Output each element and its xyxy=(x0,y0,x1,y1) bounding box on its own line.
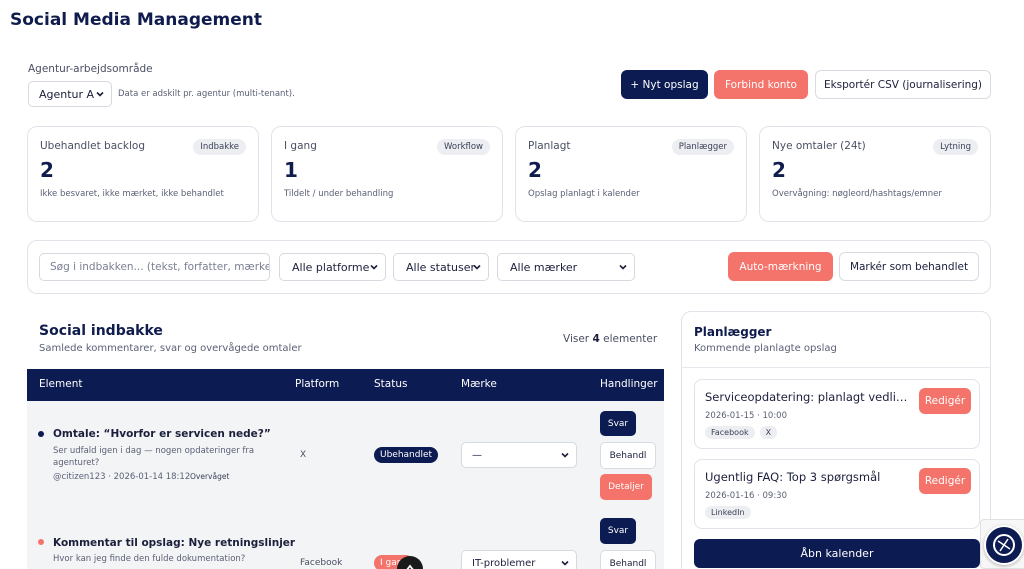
row-meta: @citizen123 · 2026-01-14 18:12 xyxy=(53,472,191,482)
handle-button[interactable]: Behandl xyxy=(600,550,656,569)
floating-action-button[interactable] xyxy=(397,556,423,569)
stat-card-scheduled: Planlagt Planlægger 2 Opslag planlagt i … xyxy=(515,126,747,222)
label-select[interactable]: — xyxy=(461,442,577,468)
details-button[interactable]: Detaljer xyxy=(600,474,652,500)
page-title: Social Media Management xyxy=(10,10,263,30)
auto-label-button[interactable]: Auto-mærkning xyxy=(728,252,833,281)
stat-card-backlog: Ubehandlet backlog Indbakke 2 Ikke besva… xyxy=(27,126,259,222)
connect-account-button[interactable]: Forbind konto xyxy=(714,70,808,99)
stat-value: 1 xyxy=(284,158,298,182)
inbox-title: Social indbakke xyxy=(39,323,163,339)
item-count: Viser 4 elementer xyxy=(563,333,657,345)
edit-button[interactable]: Redigér xyxy=(919,388,971,414)
column-header-element: Element xyxy=(39,378,83,390)
row-platform: Facebook xyxy=(300,558,343,568)
row-tag: Overvåget xyxy=(190,472,230,481)
row-body: Ser udfald igen i dag — nogen opdatering… xyxy=(53,446,255,468)
row-body: Hvor kan jeg finde den fulde dokumentati… xyxy=(53,554,246,564)
status-filter-value: Alle statuser xyxy=(406,260,475,274)
avatar[interactable] xyxy=(984,525,1024,565)
stat-card-in-progress: I gang Workflow 1 Tildelt / under behand… xyxy=(271,126,503,222)
column-header-label: Mærke xyxy=(461,378,497,390)
inbox-subtitle: Samlede kommentarer, svar og overvågede … xyxy=(39,343,302,354)
chevron-down-icon xyxy=(473,264,481,270)
column-header-status: Status xyxy=(374,378,408,390)
stat-value: 2 xyxy=(40,158,54,182)
inbox-table-header: Element Platform Status Mærke Handlinger xyxy=(27,369,664,401)
scheduled-post-item[interactable]: Ugentlig FAQ: Top 3 spørgsmål 2026-01-16… xyxy=(694,459,980,529)
item-count-prefix: Viser xyxy=(563,333,590,345)
planner-title: Planlægger xyxy=(694,325,772,339)
new-post-button[interactable]: + Nyt opslag xyxy=(621,70,708,99)
workspace-select-value: Agentur A xyxy=(39,87,95,101)
stat-description: Overvågning: nøgleord/hashtags/emner xyxy=(772,189,942,199)
stat-description: Opslag planlagt i kalender xyxy=(528,189,640,199)
platform-tag: LinkedIn xyxy=(705,506,751,519)
status-filter-select[interactable]: Alle statuser xyxy=(393,253,489,281)
workspace-select[interactable]: Agentur A xyxy=(28,81,112,107)
stat-title: Planlagt xyxy=(528,140,571,152)
stat-value: 2 xyxy=(772,158,786,182)
edit-button[interactable]: Redigér xyxy=(919,468,971,494)
stat-badge: Indbakke xyxy=(193,139,246,155)
label-select[interactable]: IT-problemer xyxy=(461,550,577,569)
status-dot xyxy=(38,539,44,545)
stat-description: Tildelt / under behandling xyxy=(284,189,394,199)
scheduled-post-tags: Facebook X xyxy=(705,426,778,439)
accessibility-icon xyxy=(993,534,1015,556)
reply-button[interactable]: Svar xyxy=(600,411,636,436)
scheduled-post-item[interactable]: Serviceopdatering: planlagt vedligeholde… xyxy=(694,379,980,449)
stat-title: Nye omtaler (24t) xyxy=(772,140,866,152)
scheduled-post-date: 2026-01-15 · 10:00 xyxy=(705,411,787,421)
inbox-table-body: Omtale: “Hvorfor er servicen nede?” Ser … xyxy=(27,401,664,569)
chevron-down-icon xyxy=(96,91,104,97)
reply-button[interactable]: Svar xyxy=(600,518,636,544)
status-badge: Ubehandlet xyxy=(374,447,439,463)
stat-title: I gang xyxy=(284,140,317,152)
scheduled-post-title: Serviceopdatering: planlagt vedligeholde… xyxy=(705,390,909,404)
label-select-value: — xyxy=(472,449,482,461)
stat-badge: Workflow xyxy=(436,139,490,155)
label-filter-value: Alle mærker xyxy=(510,260,578,274)
column-header-actions: Handlinger xyxy=(600,378,658,390)
mark-handled-button[interactable]: Markér som behandlet xyxy=(839,252,979,281)
row-platform: X xyxy=(300,450,307,460)
platform-filter-select[interactable]: Alle platforme xyxy=(279,253,386,281)
stat-title: Ubehandlet backlog xyxy=(40,140,146,152)
platform-filter-value: Alle platforme xyxy=(292,260,370,274)
scheduled-post-title: Ugentlig FAQ: Top 3 spørgsmål xyxy=(705,470,881,484)
chevron-up-icon xyxy=(406,564,414,569)
stat-value: 2 xyxy=(528,158,542,182)
stat-card-mentions: Nye omtaler (24t) Lytning 2 Overvågning:… xyxy=(759,126,991,222)
chevron-down-icon xyxy=(561,560,569,566)
open-calendar-button[interactable]: Åbn kalender xyxy=(694,539,980,568)
scheduled-post-tags: LinkedIn xyxy=(705,506,751,519)
workspace-label: Agentur-arbejdsområde xyxy=(28,63,153,75)
planner-panel: Planlægger Kommende planlagte opslag Ser… xyxy=(681,311,991,569)
stat-badge: Lytning xyxy=(933,139,978,155)
search-input[interactable] xyxy=(39,253,270,281)
export-csv-button[interactable]: Eksportér CSV (journalisering) xyxy=(815,70,991,99)
status-dot xyxy=(38,431,44,437)
column-header-platform: Platform xyxy=(295,378,340,390)
row-title: Kommentar til opslag: Nye retningslinjer xyxy=(53,537,296,549)
row-title: Omtale: “Hvorfor er servicen nede?” xyxy=(53,428,271,440)
label-filter-select[interactable]: Alle mærker xyxy=(497,253,635,281)
item-count-suffix: elementer xyxy=(603,333,658,345)
stat-badge: Planlægger xyxy=(671,139,734,155)
divider xyxy=(682,367,990,368)
handle-button[interactable]: Behandl xyxy=(600,442,656,469)
chevron-down-icon xyxy=(370,264,378,270)
chevron-down-icon xyxy=(619,264,627,270)
platform-tag: Facebook xyxy=(705,426,755,439)
scheduled-post-date: 2026-01-16 · 09:30 xyxy=(705,491,787,501)
chevron-down-icon xyxy=(561,452,569,458)
platform-tag: X xyxy=(759,426,778,439)
label-select-value: IT-problemer xyxy=(472,557,536,569)
stat-description: Ikke besvaret, ikke mærket, ikke behandl… xyxy=(40,189,224,199)
item-count-value: 4 xyxy=(592,333,600,345)
workspace-note: Data er adskilt pr. agentur (multi-tenan… xyxy=(118,89,295,99)
planner-subtitle: Kommende planlagte opslag xyxy=(694,343,837,354)
